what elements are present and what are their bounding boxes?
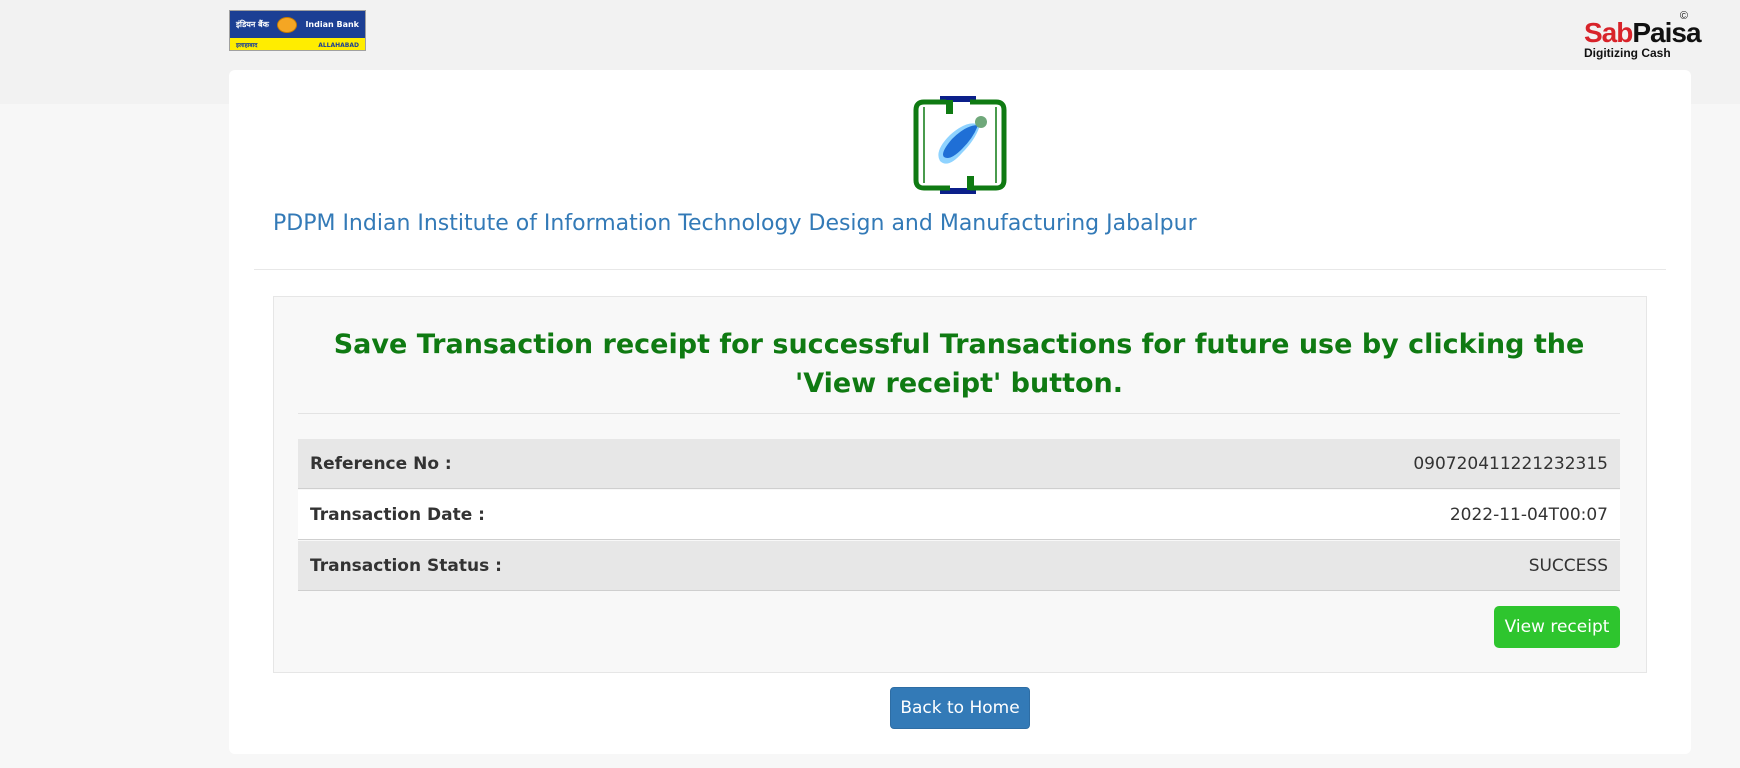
institute-name: PDPM Indian Institute of Information Tec…	[273, 211, 1197, 236]
status-label: Transaction Status :	[310, 555, 502, 576]
bank-sub-left: इलाहाबाद	[236, 42, 258, 49]
bank-emblem-icon	[277, 16, 298, 33]
sabpaisa-tagline: Digitizing Cash	[1584, 46, 1671, 60]
notice-divider	[298, 413, 1620, 414]
bank-sub-right: ALLAHABAD	[318, 41, 359, 49]
back-to-home-button[interactable]: Back to Home	[890, 687, 1030, 729]
reference-label: Reference No :	[310, 453, 452, 474]
view-receipt-button[interactable]: View receipt	[1494, 606, 1620, 648]
sabpaisa-logo: © SabPaisa Digitizing Cash	[1580, 10, 1702, 60]
date-value: 2022-11-04T00:07	[1449, 504, 1608, 525]
status-value: SUCCESS	[1528, 555, 1608, 576]
reference-value: 090720411221232315	[1413, 453, 1608, 474]
receipt-notice: Save Transaction receipt for successful …	[333, 329, 1585, 399]
date-label: Transaction Date :	[310, 504, 485, 525]
bank-name-english: Indian Bank	[305, 20, 359, 29]
date-row: Transaction Date : 2022-11-04T00:07	[298, 490, 1620, 540]
reference-row: Reference No : 090720411221232315	[298, 439, 1620, 489]
indian-bank-logo: इंडियन बैंक Indian Bank इलाहाबाद ALLAHAB…	[229, 10, 366, 51]
institute-logo-icon	[913, 96, 1007, 194]
main-card: PDPM Indian Institute of Information Tec…	[229, 70, 1691, 754]
sabpaisa-brand: SabPaisa	[1584, 17, 1702, 48]
bank-name-hindi: इंडियन बैंक	[236, 20, 269, 29]
header-divider	[254, 269, 1666, 270]
transaction-panel: Save Transaction receipt for successful …	[273, 296, 1647, 673]
status-row: Transaction Status : SUCCESS	[298, 541, 1620, 591]
